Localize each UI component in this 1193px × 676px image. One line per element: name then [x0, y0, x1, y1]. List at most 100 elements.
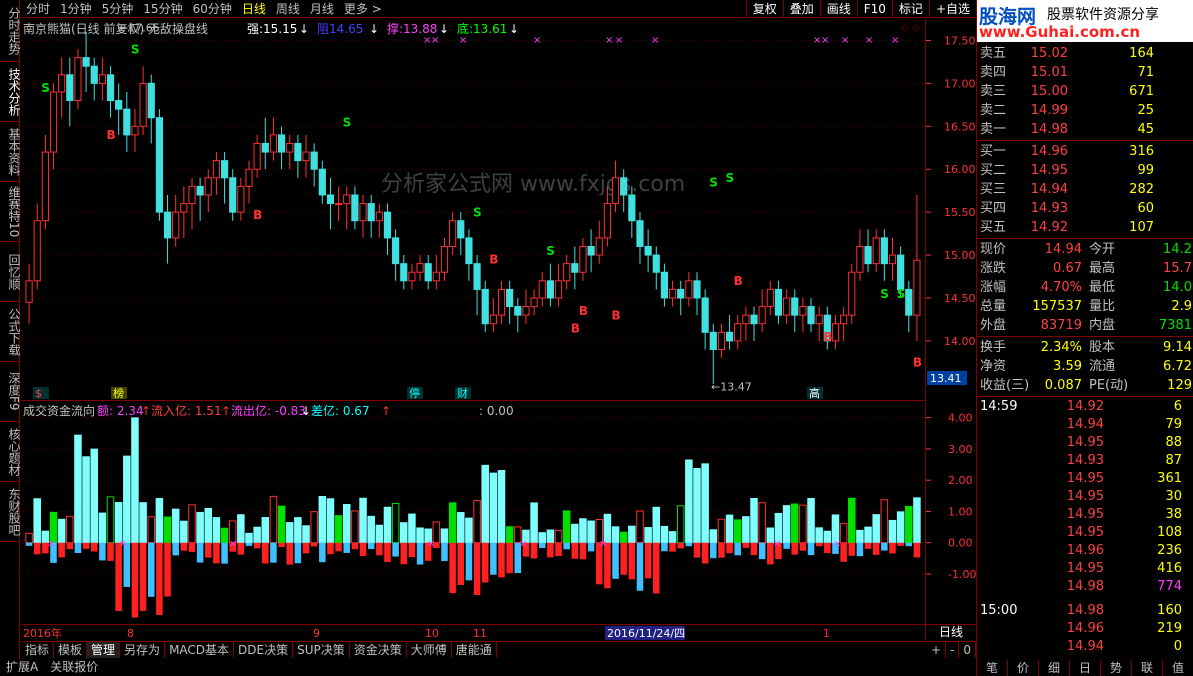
flow-bar-pos-0 [25, 532, 33, 544]
bids-label: 买三 [980, 182, 1007, 197]
tick-price: 14.96 [1066, 543, 1104, 558]
quote-tab-4[interactable]: 势 [1101, 660, 1132, 676]
indicator-tab-0[interactable]: 指标 [21, 642, 55, 658]
main-chart-title: 南京熊猫(日线 前复权) 无敌操盘线 [23, 21, 208, 36]
signal-16: S [897, 287, 906, 301]
indicator-tab-5[interactable]: DDE决策 [234, 642, 294, 658]
candle-body-39 [343, 194, 351, 205]
period-tab-8[interactable]: 更多 > [339, 0, 387, 17]
candle-body-92 [774, 288, 783, 316]
candle-body-102 [856, 245, 864, 273]
candle-body-40 [351, 194, 359, 222]
sub-legend-arrow-0: ↑ [141, 404, 151, 418]
flow-bar-pos-64 [546, 529, 555, 544]
left-tab-4[interactable]: 回忆顺 [0, 242, 21, 302]
period-tab-1[interactable]: 1分钟 [55, 0, 97, 17]
zoom-control-0[interactable]: + [927, 642, 947, 658]
tool-button-2[interactable]: 画线 [819, 0, 857, 18]
indicator-tab-6[interactable]: SUP决策 [293, 642, 350, 658]
period-tab-3[interactable]: 15分钟 [138, 0, 187, 17]
tool-button-5[interactable]: +自选 [928, 0, 976, 18]
flow-bar-pos-33 [294, 517, 302, 544]
quote-tab-1[interactable]: 价 [1008, 660, 1039, 676]
period-indicator[interactable]: 日线 [925, 624, 976, 640]
tick-vol: 416 [1157, 561, 1182, 576]
left-tab-7[interactable]: 核心题材 [0, 422, 21, 482]
left-tab-2[interactable]: 基本资料 [0, 122, 21, 182]
candle-body-71 [603, 203, 611, 239]
candle-body-94 [791, 297, 799, 316]
signal-9: B [579, 304, 588, 318]
status-tab-0[interactable]: 扩展A [0, 658, 44, 676]
quote-row-1: 涨跌 0.67 最高 15.7 [977, 259, 1193, 278]
quote-value-b: 7381 [1158, 318, 1192, 333]
left-tab-6[interactable]: 深度F9 [0, 362, 21, 422]
period-tab-5[interactable]: 日线 [237, 0, 271, 17]
quote-row-5: 换手 2.34% 股本 9.14 [977, 338, 1193, 357]
indicator-tab-4[interactable]: MACD基本 [165, 642, 235, 658]
logo-url: www.Guhai.com.cn [979, 23, 1141, 41]
candlestick-chart[interactable]: 南京熊猫(日线 前复权) 无敌操盘线 强:15.15 ↓ 阻14.65 ↓ 撑:13.88… [21, 19, 1003, 401]
period-tab-2[interactable]: 5分钟 [97, 0, 139, 17]
indicator-tab-3[interactable]: 另存为 [120, 642, 166, 658]
left-tab-0[interactable]: 分时走势 [0, 0, 21, 62]
quote-tab-0[interactable]: 笔 [977, 660, 1008, 676]
period-tab-6[interactable]: 周线 [271, 0, 305, 17]
left-tab-1[interactable]: 技术分析 [0, 62, 21, 122]
flow-bar-neg-9 [99, 542, 106, 561]
asks-row-3: 卖二 14.99 25 [977, 101, 1193, 120]
indicator-tab-9[interactable]: 唐能通 [452, 642, 497, 658]
flow-bar-neg-64 [547, 542, 554, 558]
flow-bar-pos-108 [905, 505, 913, 544]
flow-bar-pos-56 [481, 464, 489, 544]
bids-row-4: 买五 14.92 107 [977, 218, 1193, 237]
zoom-control-1[interactable]: - [946, 642, 960, 658]
indicator-tab-2[interactable]: 管理 [87, 642, 121, 658]
asks-vol: 71 [1137, 65, 1154, 80]
flow-bar-pos-73 [619, 531, 628, 544]
flow-bar-neg-28 [253, 542, 261, 549]
flow-bar-neg-1 [33, 542, 41, 555]
left-tab-3[interactable]: 维赛特10 [0, 182, 21, 242]
tool-button-3[interactable]: F10 [856, 0, 892, 18]
flow-bar-pos-85 [717, 518, 726, 544]
tick-row-11: 15:00 14.98 160 [977, 602, 1193, 620]
indicator-tab-7[interactable]: 资金决策 [350, 642, 407, 658]
left-tab-5[interactable]: 公式下载 [0, 302, 21, 362]
left-tab-8[interactable]: 东财股吧 [0, 482, 21, 542]
flow-bar-pos-26 [237, 514, 245, 544]
flow-bar-neg-106 [889, 542, 896, 554]
sub-legend-arrow-2: ↓ [301, 404, 311, 418]
quote-tab-3[interactable]: 日 [1070, 660, 1101, 676]
tool-button-1[interactable]: 叠加 [782, 0, 820, 18]
indicator-tab-1[interactable]: 模板 [54, 642, 88, 658]
tick-vol: 38 [1165, 507, 1182, 522]
tool-button-0[interactable]: 复权 [745, 0, 783, 18]
quote-tab-6[interactable]: 值 [1163, 660, 1193, 676]
candle-body-96 [807, 306, 815, 325]
period-tab-4[interactable]: 60分钟 [188, 0, 237, 17]
flow-bar-pos-1 [33, 498, 41, 544]
quote-tab-5[interactable]: 联 [1132, 660, 1163, 676]
period-tab-7[interactable]: 月线 [305, 0, 339, 17]
asks-row-2: 卖三 15.00 671 [977, 82, 1193, 101]
tool-button-4[interactable]: 标记 [891, 0, 929, 18]
candle-body-74 [628, 194, 636, 222]
flow-bar-neg-88 [742, 542, 750, 548]
quote-value-a: 0.67 [1053, 261, 1082, 276]
zoom-control-2[interactable]: 0 [959, 642, 976, 658]
fund-flow-chart[interactable]: 成交资金流向 额: 2.34 ↑ 流入亿: 1.51 ↑ 流出亿: -0.83 ↓ 差亿: 0… [21, 402, 925, 624]
flow-bar-neg-41 [359, 542, 367, 556]
period-toolbar: 分时 1分钟 5分钟 15分钟 60分钟 日线 周线 月线 更多 > 复权 叠加 画线 F10 标记 +自… [21, 0, 976, 18]
tick-vol: 160 [1157, 603, 1182, 618]
date-label-4: 11 [473, 627, 487, 640]
quote-value-b: 14.0 [1163, 280, 1192, 295]
asks-vol: 25 [1137, 103, 1154, 118]
asks-price: 15.00 [1030, 84, 1068, 99]
flow-bar-neg-31 [278, 542, 285, 548]
period-tab-0[interactable]: 分时 [21, 0, 55, 17]
status-tab-1[interactable]: 关联报价 [44, 658, 104, 676]
main-legend-arrow-3: ↓ [509, 22, 519, 36]
quote-tab-2[interactable]: 细 [1039, 660, 1070, 676]
indicator-tab-8[interactable]: 大师傅 [407, 642, 452, 658]
